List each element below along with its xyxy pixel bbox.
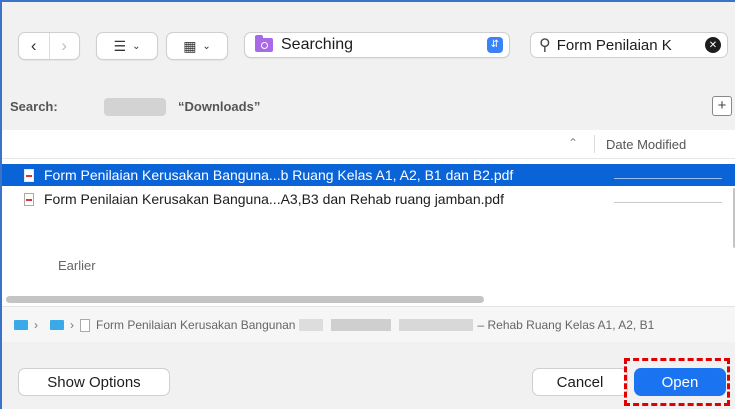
updown-stepper-icon: ⇵ [487,37,503,53]
chevron-down-icon: ⌄ [202,40,211,52]
show-options-button[interactable]: Show Options [18,368,170,396]
grid-view-icon: ▦ [183,37,197,54]
chevron-right-icon: › [61,36,68,55]
scope-this-mac-button[interactable] [104,98,166,116]
file-name: Form Penilaian Kerusakan Banguna...A3,B3… [44,191,504,207]
redacted-text [331,319,392,331]
horizontal-scroll-area [2,290,735,306]
cancel-button[interactable]: Cancel [532,368,628,396]
location-label: Searching [281,36,354,53]
chevron-left-icon: ‹ [30,36,37,55]
path-file-name-suffix: – Rehab Ruang Kelas A1, A2, B1 [477,318,655,332]
file-row-selected[interactable]: Form Penilaian Kerusakan Banguna...b Rua… [2,164,735,186]
redacted-text [299,319,324,331]
dialog-toolbar: ‹ › ☰ ⌄ ▦ ⌄ Searching ⇵ ⚲ Form Penilaian… [2,2,735,82]
horizontal-scrollbar[interactable] [6,296,484,303]
clear-search-icon[interactable]: ✕ [705,37,721,53]
path-file-name: Form Penilaian Kerusakan Bangunan [96,318,296,332]
column-header: ⌃ Date Modified [2,130,735,159]
open-file-dialog: ‹ › ☰ ⌄ ▦ ⌄ Searching ⇵ ⚲ Form Penilaian… [0,0,735,409]
search-scope-label: Search: [10,99,58,114]
search-icon: ⚲ [539,37,551,54]
scope-downloads-button[interactable]: “Downloads” [178,99,260,114]
navigation-buttons: ‹ › [18,32,80,60]
file-list: ⌃ Date Modified Form Penilaian Kerusakan… [2,130,735,290]
forward-button[interactable]: › [48,33,80,59]
pdf-file-icon [24,168,34,182]
file-name: Form Penilaian Kerusakan Banguna...b Rua… [44,167,514,183]
add-criteria-button[interactable]: + [712,96,732,116]
search-input[interactable]: Form Penilaian K [557,37,705,54]
location-dropdown[interactable]: Searching ⇵ [244,32,510,58]
pdf-file-icon [24,192,34,206]
grid-view-button[interactable]: ▦ ⌄ [166,32,228,60]
smart-folder-icon [255,35,273,52]
search-scope-bar: Search: “Downloads” + [2,82,735,130]
sort-ascending-icon[interactable]: ⌃ [568,136,578,150]
search-field[interactable]: ⚲ Form Penilaian K ✕ [530,32,728,58]
path-separator-icon: › [70,318,74,332]
pdf-file-icon [80,318,90,332]
path-separator-icon: › [34,318,38,332]
list-view-button[interactable]: ☰ ⌄ [96,32,158,60]
redacted-text [399,319,474,331]
column-divider [594,135,595,153]
folder-icon[interactable] [14,320,28,330]
annotation-highlight [624,358,730,406]
date-cell [614,178,722,179]
folder-icon[interactable] [50,320,64,330]
date-modified-column[interactable]: Date Modified [606,137,686,152]
chevron-down-icon: ⌄ [132,40,141,52]
file-row[interactable]: Form Penilaian Kerusakan Banguna...A3,B3… [2,188,735,210]
path-bar: › › Form Penilaian Kerusakan Bangunan – … [2,306,735,343]
section-header-earlier: Earlier [58,258,96,273]
back-button[interactable]: ‹ [19,33,49,59]
list-view-icon: ☰ [113,37,127,54]
date-cell [614,202,722,203]
dialog-footer: Show Options Cancel Open [2,342,735,409]
